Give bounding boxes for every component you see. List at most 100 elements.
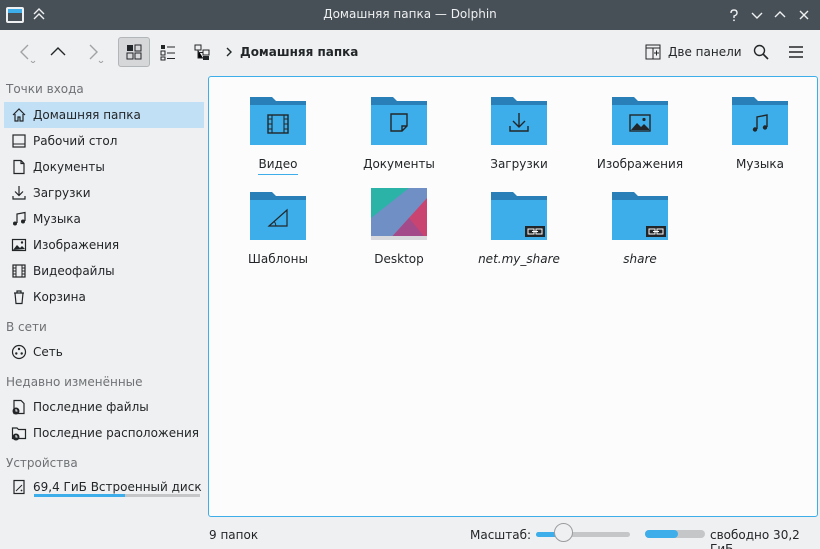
file-item-label: Музыка (705, 157, 815, 171)
sidebar-item-downloads[interactable]: Загрузки (4, 180, 204, 206)
folder-icon (491, 192, 547, 240)
breadcrumb[interactable]: Домашняя папка (224, 37, 358, 67)
file-item-text: share (623, 252, 657, 266)
file-item-label: Изображения (585, 157, 695, 171)
sidebar-item-recent-locations[interactable]: Последние расположения (4, 420, 204, 446)
recent-locations-icon (10, 425, 27, 442)
file-item-text: Desktop (374, 252, 424, 266)
menu-button[interactable] (782, 37, 810, 67)
status-count: 9 папок (209, 528, 259, 542)
drive-usage-bar (34, 494, 200, 497)
file-item-музыка[interactable]: Музыка (705, 93, 815, 183)
recent-files-icon (10, 399, 27, 416)
file-item-загрузки[interactable]: Загрузки (464, 93, 574, 183)
folder-icon (491, 97, 547, 145)
sidebar-item-network[interactable]: Сеть (4, 339, 204, 365)
back-button[interactable] (10, 37, 40, 67)
sidebar-item-label: Музыка (33, 212, 81, 226)
sidebar-item-recent-files[interactable]: Последние файлы (4, 394, 204, 420)
network-icon (10, 344, 27, 361)
status-bar: 9 папок Масштаб: свободно 30,2 ГиБ (0, 520, 820, 549)
file-item-видео[interactable]: Видео (223, 93, 333, 183)
sidebar-item-label: Корзина (33, 290, 86, 304)
help-button[interactable] (724, 5, 744, 25)
details-view-button[interactable] (188, 37, 216, 67)
file-item-text: Загрузки (490, 157, 548, 171)
file-item-label: Шаблоны (223, 252, 333, 266)
sidebar-item-home[interactable]: Домашняя папка (4, 102, 204, 128)
breadcrumb-home[interactable]: Домашняя папка (240, 45, 358, 59)
free-space-bar (645, 530, 705, 538)
sidebar-item-videos[interactable]: Видеофайлы (4, 258, 204, 284)
folder-icon (250, 192, 306, 240)
file-item-label: Загрузки (464, 157, 574, 171)
sidebar-item-label: Изображения (33, 238, 120, 252)
file-item-text: net.my_share (478, 252, 560, 266)
search-icon (753, 44, 769, 60)
file-item-изображения[interactable]: Изображения (585, 93, 695, 183)
grid-view-icon (126, 44, 142, 60)
free-space-text: свободно 30,2 ГиБ (710, 528, 800, 549)
compact-view-icon (160, 45, 175, 61)
image-icon (10, 237, 27, 254)
free-space-fill (645, 530, 678, 538)
section-title-network: В сети (6, 320, 47, 334)
file-item-text: Шаблоны (248, 252, 308, 266)
file-item-label: Документы (344, 157, 454, 171)
split-view-label: Две панели (668, 45, 742, 59)
sidebar-item-label: Последние файлы (33, 400, 149, 414)
sidebar-item-trash[interactable]: Корзина (4, 284, 204, 310)
maximize-button[interactable] (770, 5, 790, 25)
icons-view-button[interactable] (118, 37, 150, 67)
document-icon (10, 159, 27, 176)
window-title: Домашняя папка — Dolphin (323, 7, 497, 21)
folder-icon (612, 97, 668, 145)
zoom-slider-track[interactable] (536, 532, 630, 537)
zoom-slider-handle[interactable] (554, 523, 574, 542)
up-button[interactable] (44, 37, 72, 67)
file-view[interactable]: Видео Документы Загрузки Изображения Музыка Ш… (208, 76, 818, 517)
tree-view-icon (194, 44, 210, 60)
sidebar-item-label: Загрузки (33, 186, 91, 200)
drive-icon (10, 479, 27, 496)
video-icon (10, 263, 27, 280)
zoom-label: Масштаб: (470, 528, 532, 542)
split-view-icon (645, 44, 661, 60)
section-title-recent: Недавно изменённые (6, 375, 143, 389)
sidebar-item-label: 69,4 ГиБ Встроенный диск (33, 480, 202, 494)
file-item-text: Изображения (596, 157, 684, 171)
sidebar-item-label: Последние расположения (33, 426, 199, 440)
search-button[interactable] (748, 37, 774, 67)
file-item-share[interactable]: share (585, 188, 695, 278)
minimize-button[interactable] (747, 5, 767, 25)
file-item-label: Видео (223, 157, 333, 175)
drive-usage-fill (34, 494, 126, 497)
file-item-text: Музыка (736, 157, 784, 171)
sidebar-item-music[interactable]: Музыка (4, 206, 204, 232)
file-item-label: Desktop (344, 252, 454, 266)
sidebar-item-label: Рабочий стол (33, 134, 118, 148)
file-item-документы[interactable]: Документы (344, 93, 454, 183)
file-item-net-my-share[interactable]: net.my_share (464, 188, 574, 278)
compact-view-button[interactable] (154, 37, 182, 67)
file-item-text: Видео (258, 157, 298, 175)
title-bar: Домашняя папка — Dolphin (0, 0, 820, 30)
sidebar-item-label: Документы (33, 160, 105, 174)
hamburger-menu-icon (789, 46, 803, 58)
file-item-desktop[interactable]: Desktop (344, 188, 454, 278)
section-title-devices: Устройства (6, 456, 78, 470)
sidebar-item-label: Видеофайлы (33, 264, 115, 278)
desktop-icon (10, 133, 27, 150)
sidebar-item-images[interactable]: Изображения (4, 232, 204, 258)
sidebar-item-documents[interactable]: Документы (4, 154, 204, 180)
folder-icon (732, 97, 788, 145)
sidebar-item-label: Сеть (33, 345, 63, 359)
dolphin-app-icon[interactable] (6, 7, 24, 23)
split-view-button[interactable]: Две панели (640, 37, 746, 67)
keep-above-icon[interactable] (31, 6, 47, 22)
sidebar-item-desktop[interactable]: Рабочий стол (4, 128, 204, 154)
close-button[interactable] (794, 5, 814, 25)
file-item-шаблоны[interactable]: Шаблоны (223, 188, 333, 278)
forward-button[interactable] (78, 37, 108, 67)
file-item-label: share (585, 252, 695, 266)
